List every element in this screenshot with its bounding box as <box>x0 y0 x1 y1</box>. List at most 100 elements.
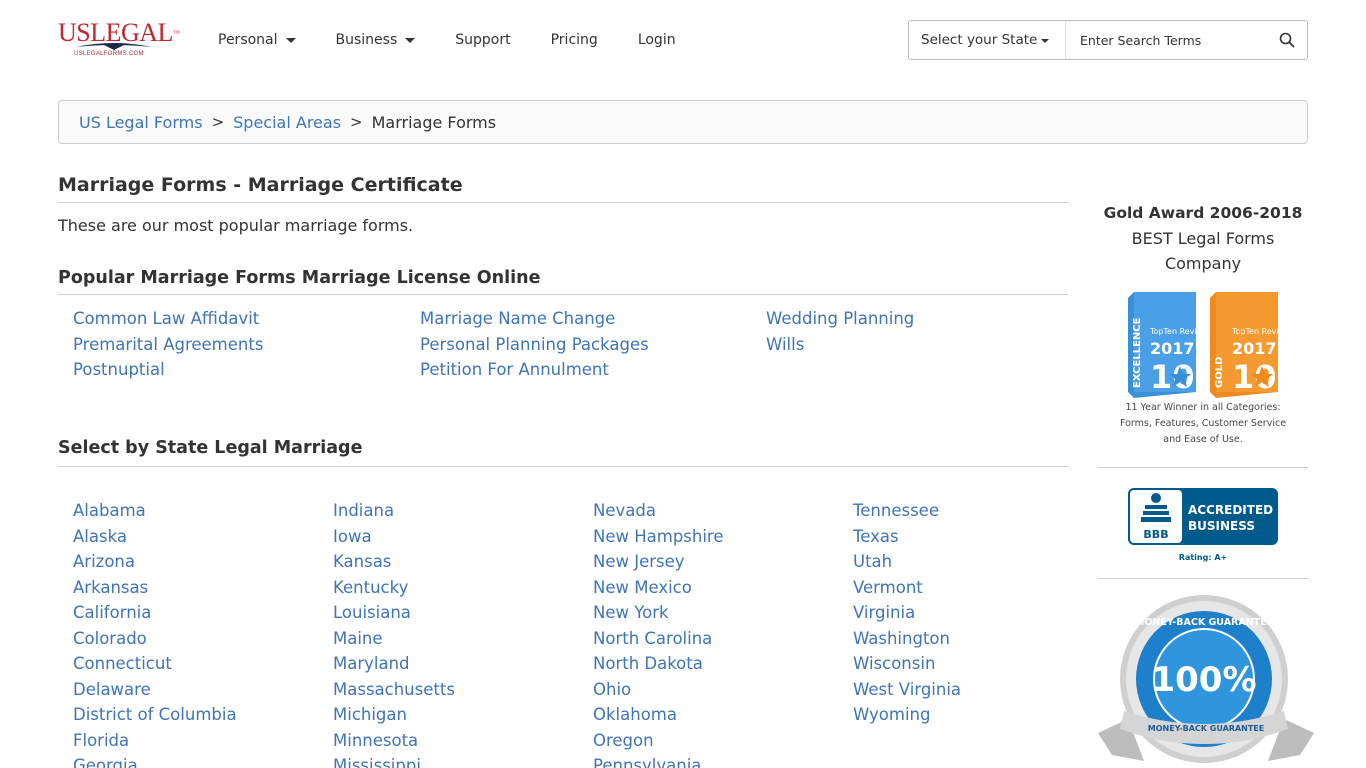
state-link[interactable]: Oregon <box>593 728 853 754</box>
form-link[interactable]: Wills <box>766 332 1066 358</box>
nav-pricing-label: Pricing <box>550 32 598 48</box>
mbg-percent: 100% <box>1151 660 1256 700</box>
search-bar: Select your State <box>908 20 1308 60</box>
state-link[interactable]: Mississippi <box>333 753 593 768</box>
state-link[interactable]: West Virginia <box>853 677 1113 703</box>
nav-support[interactable]: Support <box>455 31 510 49</box>
state-link[interactable]: Wisconsin <box>853 651 1113 677</box>
state-link[interactable]: Minnesota <box>333 728 593 754</box>
state-link[interactable]: Indiana <box>333 498 593 524</box>
popular-forms-section: Popular Marriage Forms Marriage License … <box>58 268 1068 295</box>
state-link[interactable]: Louisiana <box>333 600 593 626</box>
mbg-ribbon-text: MONEY-BACK GUARANTEE <box>1148 724 1264 733</box>
state-link[interactable]: Iowa <box>333 524 593 550</box>
state-link[interactable]: Utah <box>853 549 1113 575</box>
form-link[interactable]: Petition For Annulment <box>420 357 766 383</box>
state-link[interactable]: Alabama <box>73 498 333 524</box>
state-link[interactable]: Tennessee <box>853 498 1113 524</box>
nav-pricing[interactable]: Pricing <box>551 31 598 49</box>
state-link[interactable]: Alaska <box>73 524 333 550</box>
state-link[interactable]: Kentucky <box>333 575 593 601</box>
form-link[interactable]: Wedding Planning <box>766 306 1066 332</box>
page-title: Marriage Forms - Marriage Certificate <box>58 170 1068 203</box>
topten-award-badges-icon: EXCELLENCE TopTen Reviews 2017 10 GOLD T… <box>1128 292 1294 398</box>
breadcrumb: US Legal Forms > Special Areas > Marriag… <box>58 100 1308 144</box>
search-button[interactable] <box>1267 21 1307 59</box>
form-link[interactable]: Marriage Name Change <box>420 306 766 332</box>
state-link[interactable]: Virginia <box>853 600 1113 626</box>
nav-login[interactable]: Login <box>638 31 676 49</box>
breadcrumb-link-home[interactable]: US Legal Forms <box>79 113 203 132</box>
state-link[interactable]: North Carolina <box>593 626 853 652</box>
money-back-guarantee-icon: 100% MONEY-BACK GUARANTEE MONEY-BACK GUA… <box>1098 595 1314 763</box>
breadcrumb-separator: > <box>350 113 363 131</box>
badge-brand-text: TopTen Reviews <box>1149 327 1212 336</box>
state-link[interactable]: New York <box>593 600 853 626</box>
breadcrumb-link-special-areas[interactable]: Special Areas <box>233 113 341 132</box>
state-link[interactable]: New Mexico <box>593 575 853 601</box>
svg-text:10: 10 <box>1232 358 1277 396</box>
state-link[interactable]: Texas <box>853 524 1113 550</box>
intro-text: These are our most popular marriage form… <box>58 216 414 235</box>
state-link[interactable]: Vermont <box>853 575 1113 601</box>
nav-personal[interactable]: Personal <box>218 31 296 49</box>
form-link[interactable]: Common Law Affidavit <box>73 306 420 332</box>
bbb-rating: Rating: A+ <box>1179 553 1227 562</box>
state-link[interactable]: Nevada <box>593 498 853 524</box>
state-link[interactable]: Arkansas <box>73 575 333 601</box>
state-link[interactable]: Arizona <box>73 549 333 575</box>
badge-year-text: 2017 <box>1232 339 1277 358</box>
state-link[interactable]: Maryland <box>333 651 593 677</box>
winner-text: 11 Year Winner in all Categories: Forms,… <box>1119 402 1287 445</box>
state-select-label: Select your State <box>921 32 1038 48</box>
form-link[interactable]: Postnuptial <box>73 357 420 383</box>
main-content: Marriage Forms - Marriage Certificate Th… <box>58 170 1068 768</box>
badge-brand-text: TopTen Reviews <box>1231 327 1294 336</box>
bbb-logo-text: BBB <box>1143 528 1168 541</box>
state-link[interactable]: Delaware <box>73 677 333 703</box>
bbb-line1: ACCREDITED <box>1188 503 1273 517</box>
state-link[interactable]: Pennsylvania <box>593 753 853 768</box>
state-link[interactable]: District of Columbia <box>73 702 333 728</box>
states-column: Indiana Iowa Kansas Kentucky Louisiana Maine M… <box>333 498 593 768</box>
states-section: Select by State Legal Marriage <box>58 438 1068 467</box>
state-link[interactable]: Georgia <box>73 753 333 768</box>
state-link[interactable]: New Hampshire <box>593 524 853 550</box>
state-link[interactable]: Massachusetts <box>333 677 593 703</box>
popular-forms-heading: Popular Marriage Forms Marriage License … <box>58 268 1068 295</box>
chevron-down-icon <box>1041 39 1049 43</box>
form-link[interactable]: Personal Planning Packages <box>420 332 766 358</box>
chevron-down-icon <box>285 37 296 43</box>
state-link[interactable]: Colorado <box>73 626 333 652</box>
state-link[interactable]: Maine <box>333 626 593 652</box>
state-link[interactable]: Connecticut <box>73 651 333 677</box>
state-link[interactable]: Michigan <box>333 702 593 728</box>
topten-badges: EXCELLENCE TopTen Reviews 2017 10 GOLD T… <box>1098 286 1308 398</box>
state-select[interactable]: Select your State <box>909 21 1066 59</box>
state-link[interactable]: Wyoming <box>853 702 1113 728</box>
bbb-badge[interactable]: BBB ACCREDITED BUSINESS Rating: A+ <box>1098 468 1308 578</box>
search-input[interactable] <box>1066 21 1267 59</box>
state-link[interactable]: New Jersey <box>593 549 853 575</box>
nav-login-label: Login <box>637 32 676 48</box>
badge-gold-word: GOLD <box>1214 357 1225 388</box>
state-link[interactable]: Kansas <box>333 549 593 575</box>
badge-year-text: 2017 <box>1150 339 1195 358</box>
logo-subtext: USLEGALFORMS.COM <box>74 51 144 57</box>
badge-excellence-word: EXCELLENCE <box>1132 317 1143 388</box>
breadcrumb-separator: > <box>211 113 225 131</box>
states-column: Alabama Alaska Arizona Arkansas California Co… <box>73 498 333 768</box>
nav-business[interactable]: Business <box>336 31 416 49</box>
search-icon <box>1279 32 1295 48</box>
nav-business-label: Business <box>335 32 398 48</box>
uslegal-logo[interactable]: USLEGAL™ USLEGALFORMS.COM <box>58 20 180 62</box>
main-nav: Personal Business Support Pricing Login <box>218 31 676 49</box>
state-link[interactable]: California <box>73 600 333 626</box>
state-link[interactable]: Washington <box>853 626 1113 652</box>
popular-forms-list: Common Law Affidavit Marriage Name Chang… <box>73 306 1073 383</box>
state-link[interactable]: Oklahoma <box>593 702 853 728</box>
state-link[interactable]: Ohio <box>593 677 853 703</box>
state-link[interactable]: North Dakota <box>593 651 853 677</box>
form-link[interactable]: Premarital Agreements <box>73 332 420 358</box>
state-link[interactable]: Florida <box>73 728 333 754</box>
